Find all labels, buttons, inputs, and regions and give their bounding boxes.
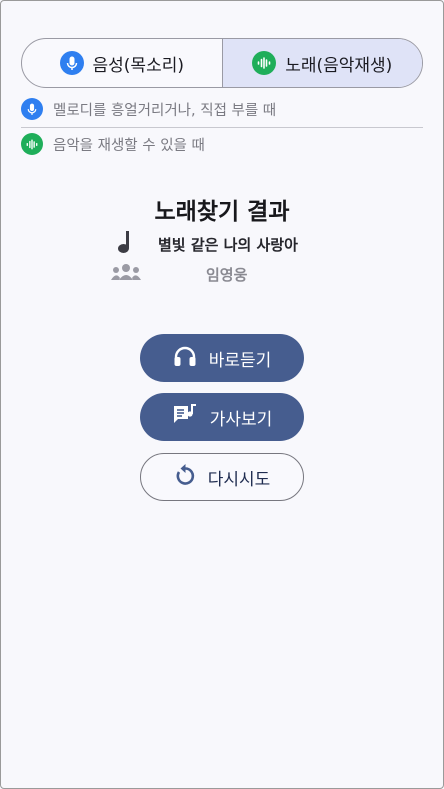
tab-voice-label: 음성(목소리) — [92, 55, 184, 76]
artist-name: 임영웅 — [206, 265, 248, 284]
hint-voice: 멜로디를 흥얼거리거나, 직접 부를 때 — [21, 98, 276, 120]
hint-voice-text: 멜로디를 흥얼거리거나, 직접 부를 때 — [53, 102, 277, 119]
hint-song: 음악을 재생할 수 있을 때 — [21, 133, 205, 155]
page-title: 노래찾기 결과 — [154, 199, 290, 225]
listen-button-label: 바로듣기 — [208, 350, 272, 371]
lyrics-icon — [172, 403, 198, 432]
lyrics-button-label: 가사보기 — [209, 409, 273, 430]
retry-button-label: 다시시도 — [207, 469, 271, 490]
music-note-icon — [116, 230, 134, 258]
artist-row: 임영웅 — [110, 262, 247, 286]
divider — [21, 127, 423, 128]
mic-icon — [21, 98, 43, 120]
tab-voice[interactable]: 음성(목소리) — [22, 39, 222, 87]
sound-wave-icon — [21, 133, 43, 155]
refresh-icon — [174, 463, 196, 492]
listen-button[interactable]: 바로듣기 — [140, 334, 304, 382]
song-title: 별빛 같은 나의 사랑아 — [158, 235, 298, 254]
retry-button[interactable]: 다시시도 — [140, 453, 304, 501]
lyrics-button[interactable]: 가사보기 — [140, 393, 304, 441]
hint-song-text: 음악을 재생할 수 있을 때 — [53, 137, 205, 154]
tab-song-label: 노래(음악재생) — [285, 55, 393, 76]
mic-icon — [59, 51, 84, 75]
song-row: 별빛 같은 나의 사랑아 — [116, 230, 298, 258]
headphones-icon — [173, 345, 197, 372]
sound-wave-icon — [252, 51, 277, 75]
tab-song[interactable]: 노래(음악재생) — [221, 39, 422, 87]
mode-selector: 음성(목소리) 노래(음악재생) — [21, 38, 423, 88]
people-icon — [110, 262, 142, 286]
